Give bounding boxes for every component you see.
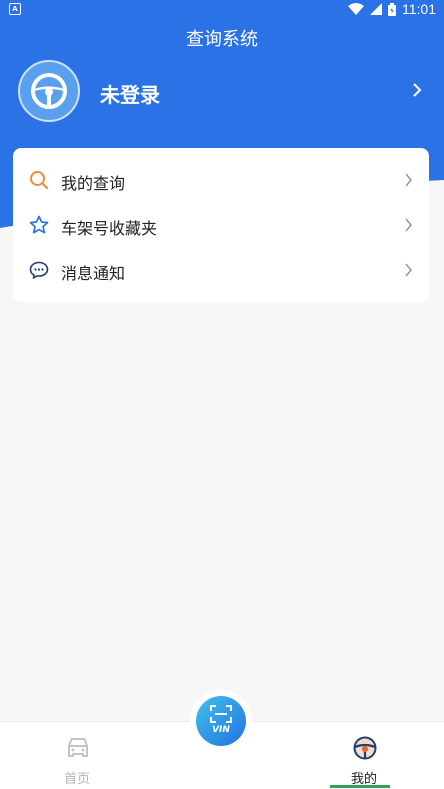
tab-mine[interactable]: 我的 <box>304 722 424 789</box>
tab-home[interactable]: 首页 <box>17 722 137 789</box>
car-icon <box>68 738 88 757</box>
profile-row[interactable]: 未登录 <box>18 60 432 124</box>
scan-icon <box>210 705 232 723</box>
menu-card: 我的查询 车架号收藏夹 消息通知 <box>13 148 429 302</box>
profile-name: 未登录 <box>100 83 160 107</box>
menu-item-label: 消息通知 <box>61 264 126 283</box>
status-time: 11:01 <box>402 1 436 17</box>
menu-item-label: 车架号收藏夹 <box>61 219 158 238</box>
menu-item-notifications[interactable]: 消息通知 <box>13 248 429 293</box>
chevron-right-icon <box>405 263 413 277</box>
avatar[interactable] <box>18 60 80 122</box>
menu-item-label: 我的查询 <box>61 174 126 193</box>
vin-label: VIN <box>212 725 230 735</box>
status-bar: A 11:01 <box>0 0 444 20</box>
star-icon <box>29 215 49 234</box>
search-icon <box>30 171 49 190</box>
menu-item-vin-favorites[interactable]: 车架号收藏夹 <box>13 203 429 248</box>
signal-icon <box>370 3 382 15</box>
notification-badge: A <box>9 3 21 15</box>
steering-wheel-icon <box>31 73 67 109</box>
message-icon <box>29 261 49 279</box>
battery-icon <box>388 2 396 16</box>
chevron-right-icon <box>413 83 422 97</box>
page-title: 查询系统 <box>186 29 258 50</box>
steering-wheel-icon <box>353 736 377 760</box>
wifi-icon <box>348 3 364 15</box>
chevron-right-icon <box>405 218 413 232</box>
vin-scan-button[interactable]: VIN <box>196 696 246 746</box>
tab-home-label: 首页 <box>63 772 90 787</box>
menu-item-my-queries[interactable]: 我的查询 <box>13 158 429 203</box>
vin-scan-button-ring: VIN <box>190 690 252 752</box>
chevron-right-icon <box>405 173 413 187</box>
